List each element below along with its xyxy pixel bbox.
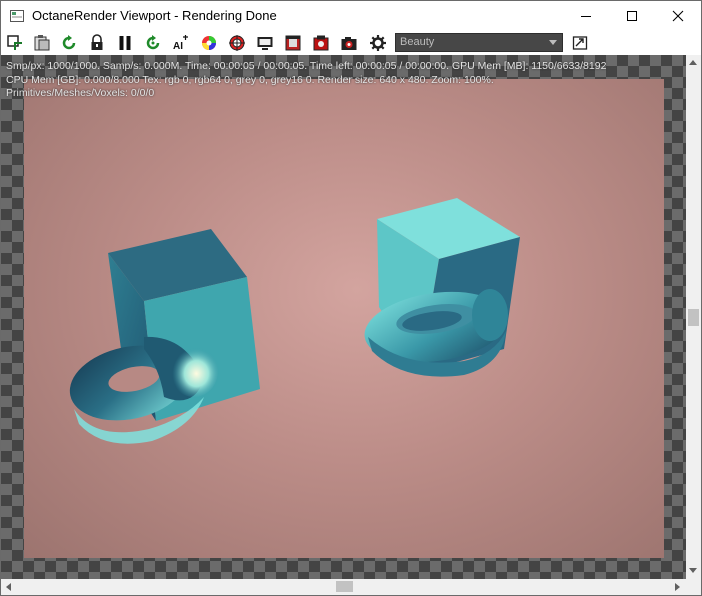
render-scene — [69, 198, 520, 444]
camera-icon — [341, 37, 357, 50]
lock-button[interactable] — [88, 34, 106, 52]
region-render-icon — [257, 37, 273, 50]
stats-line-3: Primitives/Meshes/Voxels: 0/0/0 — [6, 87, 155, 99]
region-render-button[interactable] — [256, 34, 274, 52]
export-passes-icon — [572, 36, 588, 50]
left-mesh-object — [69, 229, 260, 444]
camera-button[interactable] — [340, 34, 358, 52]
pause-icon — [119, 36, 131, 50]
reset-icon — [146, 35, 160, 50]
render-pass-select[interactable]: Beauty — [395, 33, 563, 52]
minimize-button[interactable] — [563, 1, 609, 31]
stats-line-2: CPU Mem [GB]: 0.000/8.000 Tex: rgb 0, rg… — [6, 73, 494, 86]
stats-line-1: Smp/px: 1000/1000. Samp/s: 0.000M. Time:… — [6, 60, 607, 72]
window-title: OctaneRender Viewport - Rendering Done — [32, 8, 277, 23]
minimize-icon — [581, 16, 591, 17]
maximize-button[interactable] — [609, 1, 655, 31]
reset-button[interactable] — [144, 34, 162, 52]
viewport-toolbar: AI Beauty — [1, 31, 701, 55]
scroll-up-icon[interactable] — [689, 60, 697, 65]
chevron-down-icon — [549, 40, 557, 45]
rendered-image — [24, 79, 664, 558]
focus-picker-icon — [229, 35, 245, 51]
viewport-window: OctaneRender Viewport - Rendering Done A… — [0, 0, 702, 596]
close-button[interactable] — [655, 1, 701, 31]
vertical-scroll-thumb[interactable] — [688, 309, 699, 326]
restart-render-button[interactable] — [60, 34, 78, 52]
scroll-down-icon[interactable] — [689, 568, 697, 573]
svg-text:AI: AI — [173, 41, 183, 52]
scroll-left-icon[interactable] — [6, 583, 11, 591]
recenter-button[interactable] — [6, 34, 24, 52]
vertical-scrollbar[interactable] — [686, 55, 701, 579]
color-picker-icon — [202, 36, 216, 50]
horizontal-scrollbar[interactable] — [1, 579, 686, 595]
settings-icon — [370, 35, 386, 51]
focus-picker-button[interactable] — [228, 34, 246, 52]
export-passes-button[interactable] — [571, 34, 589, 52]
render-pass-value: Beauty — [400, 36, 435, 48]
title-bar: OctaneRender Viewport - Rendering Done — [1, 1, 701, 31]
maximize-icon — [627, 11, 637, 21]
ai-light-button[interactable]: AI — [172, 34, 190, 52]
horizontal-scroll-thumb[interactable] — [336, 581, 353, 592]
close-icon — [672, 10, 684, 22]
clipboard-icon — [34, 35, 50, 51]
render-stats: Smp/px: 1000/1000. Samp/s: 0.000M. Time:… — [6, 60, 606, 101]
film-region-icon — [285, 35, 301, 51]
lock-icon — [91, 34, 103, 50]
right-mesh-object — [364, 198, 520, 377]
pause-button[interactable] — [116, 34, 134, 52]
save-image-button[interactable] — [312, 34, 330, 52]
copy-clipboard-button[interactable] — [33, 34, 51, 52]
app-icon — [10, 9, 24, 22]
recenter-icon — [7, 35, 22, 50]
settings-button[interactable] — [369, 34, 387, 52]
ai-light-icon: AI — [173, 35, 188, 52]
save-image-icon — [313, 35, 329, 51]
restart-render-icon — [62, 35, 76, 50]
film-region-button[interactable] — [284, 34, 302, 52]
render-viewport[interactable]: Smp/px: 1000/1000. Samp/s: 0.000M. Time:… — [1, 55, 686, 579]
scroll-right-icon[interactable] — [675, 583, 680, 591]
color-picker-button[interactable] — [200, 34, 218, 52]
scrollbar-corner — [686, 579, 701, 595]
